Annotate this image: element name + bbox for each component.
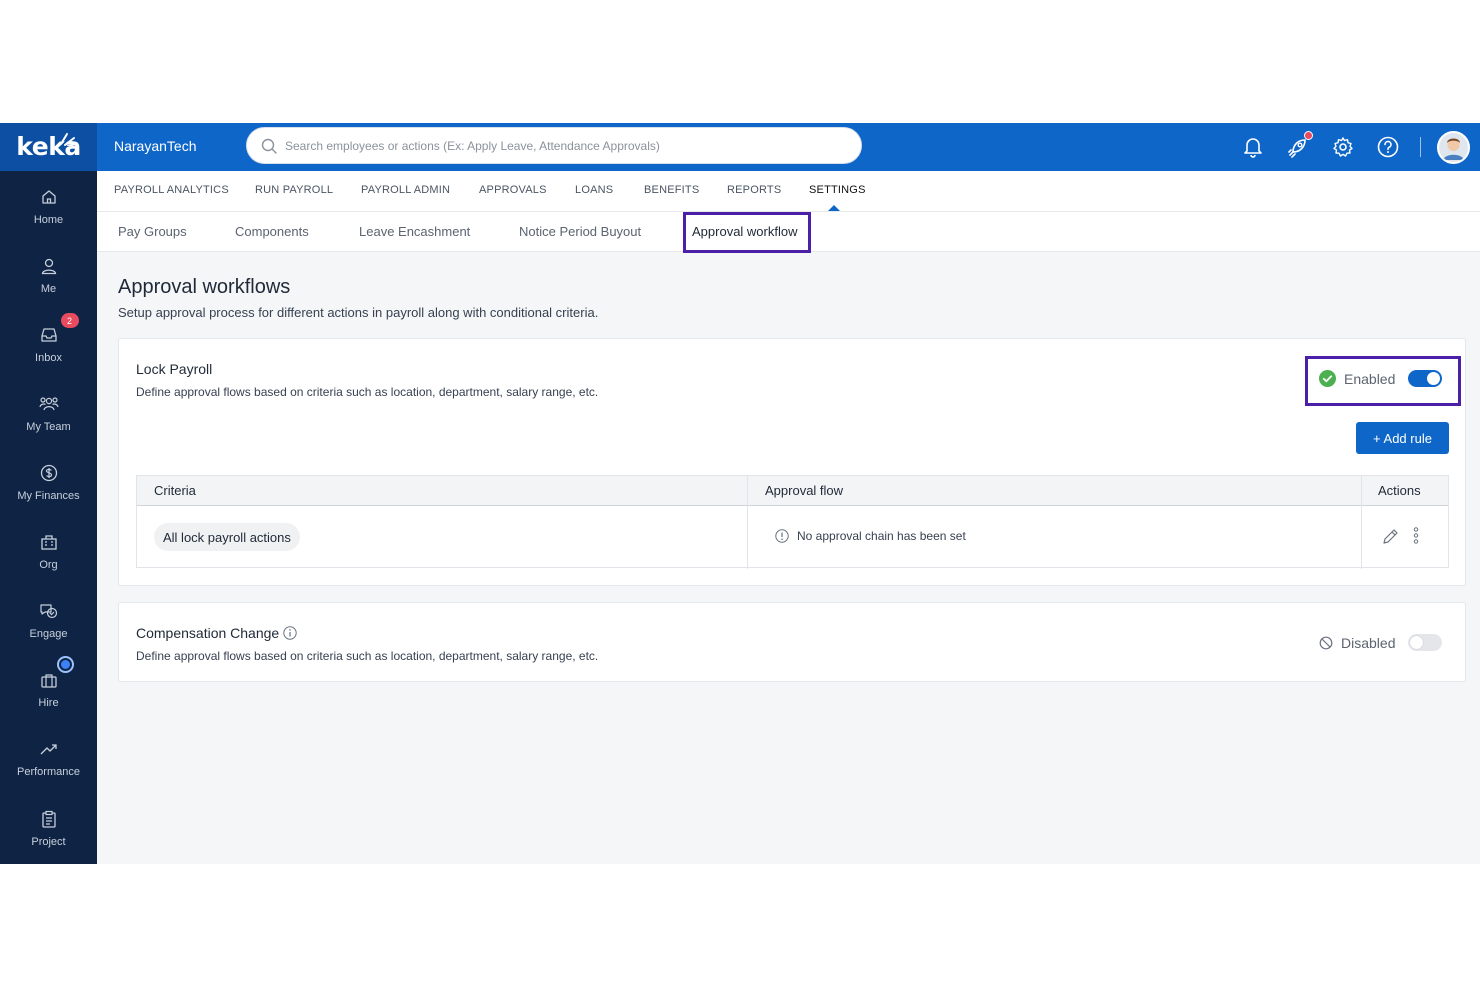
- column-header-actions: Actions: [1378, 483, 1421, 498]
- sidebar-item-label: My Finances: [17, 490, 80, 502]
- sidebar-item-hire[interactable]: Hire: [0, 658, 97, 730]
- column-divider: [747, 476, 748, 569]
- notification-dot: [58, 658, 72, 671]
- rocket-icon[interactable]: [1286, 131, 1313, 159]
- gear-icon[interactable]: [1331, 135, 1355, 159]
- sidebar-item-label: Performance: [17, 766, 80, 778]
- sidebar-item-home[interactable]: Home: [0, 187, 97, 247]
- column-header-criteria: Criteria: [154, 483, 196, 498]
- subtab-leave-encashment[interactable]: Leave Encashment: [359, 224, 470, 239]
- sidebar-item-org[interactable]: Org: [0, 532, 97, 592]
- org-icon: [39, 532, 59, 552]
- sidebar-item-project[interactable]: Project: [0, 809, 97, 869]
- sidebar-item-label: Hire: [38, 697, 59, 709]
- tab-payroll-analytics[interactable]: PAYROLL ANALYTICS: [114, 184, 229, 196]
- column-header-approval-flow: Approval flow: [765, 483, 844, 498]
- avatar[interactable]: [1437, 130, 1470, 164]
- sidebar-item-engage[interactable]: Engage: [0, 601, 97, 661]
- toggle-knob: [1410, 636, 1424, 649]
- compensation-change-card: Compensation Change Define approval flow…: [118, 602, 1466, 682]
- tab-reports[interactable]: REPORTS: [727, 184, 781, 196]
- lock-payroll-card: Lock Payroll Define approval flows based…: [118, 338, 1466, 586]
- home-icon: [39, 187, 59, 207]
- compensation-change-description: Define approval flows based on criteria …: [136, 649, 599, 663]
- search-icon: [261, 138, 277, 154]
- notification-dot: [1304, 131, 1313, 140]
- app-window: keka NarayanTech Search employees or act…: [0, 123, 1480, 864]
- tab-payroll-admin[interactable]: PAYROLL ADMIN: [361, 184, 450, 196]
- edit-pencil-icon[interactable]: [1381, 527, 1400, 546]
- main-menu: PAYROLL ANALYTICS RUN PAYROLL PAYROLL AD…: [97, 171, 1480, 212]
- search-input[interactable]: [285, 138, 825, 153]
- sidebar-item-performance[interactable]: Performance: [0, 739, 97, 799]
- logo[interactable]: keka: [0, 123, 97, 171]
- compensation-change-title-row: Compensation Change: [136, 625, 297, 641]
- sidebar-item-me[interactable]: Me: [0, 256, 97, 316]
- criteria-chip[interactable]: All lock payroll actions: [154, 523, 300, 551]
- sidebar-item-label: My Team: [26, 421, 71, 433]
- info-icon: [775, 529, 789, 543]
- divider: [1420, 137, 1421, 157]
- clipboard-icon: [39, 809, 59, 829]
- logo-rays-icon: [60, 133, 77, 146]
- column-divider: [1361, 476, 1362, 569]
- subtab-pay-groups[interactable]: Pay Groups: [118, 224, 187, 239]
- more-vertical-icon[interactable]: [1412, 527, 1420, 544]
- compensation-change-title: Compensation Change: [136, 625, 280, 641]
- sidebar-item-label: Inbox: [35, 352, 62, 364]
- highlight-box-enabled-toggle: [1305, 356, 1461, 406]
- inbox-badge: 2: [60, 313, 79, 328]
- sidebar-item-my-finances[interactable]: My Finances: [0, 463, 97, 523]
- search-bar[interactable]: [246, 127, 862, 164]
- disabled-icon: [1319, 636, 1333, 649]
- approval-flow-cell: No approval chain has been set: [775, 529, 966, 543]
- tab-settings[interactable]: SETTINGS: [809, 184, 866, 196]
- sidebar-item-inbox[interactable]: 2 Inbox: [0, 313, 97, 385]
- info-icon[interactable]: [283, 626, 297, 640]
- page-subtitle: Setup approval process for different act…: [118, 305, 599, 320]
- bell-icon[interactable]: [1241, 135, 1265, 159]
- inbox-icon: 2: [39, 313, 79, 345]
- team-icon: [38, 394, 59, 414]
- sidebar-item-label: Home: [33, 214, 64, 226]
- user-icon: [39, 256, 59, 276]
- sidebar-item-my-team[interactable]: My Team: [0, 394, 97, 454]
- briefcase-icon: [39, 658, 72, 690]
- no-approval-chain-text: No approval chain has been set: [797, 529, 966, 543]
- sidebar-item-label: Org: [39, 559, 58, 571]
- subtab-notice-period-buyout[interactable]: Notice Period Buyout: [519, 224, 641, 239]
- sidebar-item-label: Me: [40, 283, 57, 295]
- sidebar-item-label: Engage: [29, 628, 68, 640]
- lock-payroll-title: Lock Payroll: [136, 361, 213, 377]
- compensation-change-status: Disabled: [1319, 634, 1443, 651]
- add-rule-button[interactable]: + Add rule: [1356, 422, 1449, 454]
- tab-run-payroll[interactable]: RUN PAYROLL: [255, 184, 333, 196]
- help-icon[interactable]: [1376, 135, 1400, 159]
- table-header: Criteria Approval flow Actions: [137, 476, 1448, 506]
- subtab-components[interactable]: Components: [235, 224, 309, 239]
- page-title: Approval workflows: [118, 276, 291, 298]
- compensation-change-toggle[interactable]: [1408, 634, 1443, 651]
- sidebar-item-label: Project: [31, 836, 66, 848]
- status-label: Disabled: [1341, 634, 1396, 651]
- trend-icon: [39, 739, 59, 759]
- tab-approvals[interactable]: APPROVALS: [479, 184, 547, 196]
- top-header: keka NarayanTech: [0, 123, 1480, 171]
- engage-icon: [39, 601, 59, 621]
- active-tab-indicator: [828, 205, 840, 211]
- highlight-box-approval-workflow: [683, 212, 811, 253]
- tab-benefits[interactable]: BENEFITS: [644, 184, 699, 196]
- company-name[interactable]: NarayanTech: [114, 138, 197, 154]
- top-actions: [1220, 123, 1470, 171]
- lock-payroll-description: Define approval flows based on criteria …: [136, 385, 599, 399]
- tab-loans[interactable]: LOANS: [575, 184, 613, 196]
- rules-table: Criteria Approval flow Actions All lock …: [136, 475, 1449, 569]
- sidebar: Home Me 2 Inbox My Team My Finances Org …: [0, 171, 97, 864]
- dollar-icon: [39, 463, 59, 483]
